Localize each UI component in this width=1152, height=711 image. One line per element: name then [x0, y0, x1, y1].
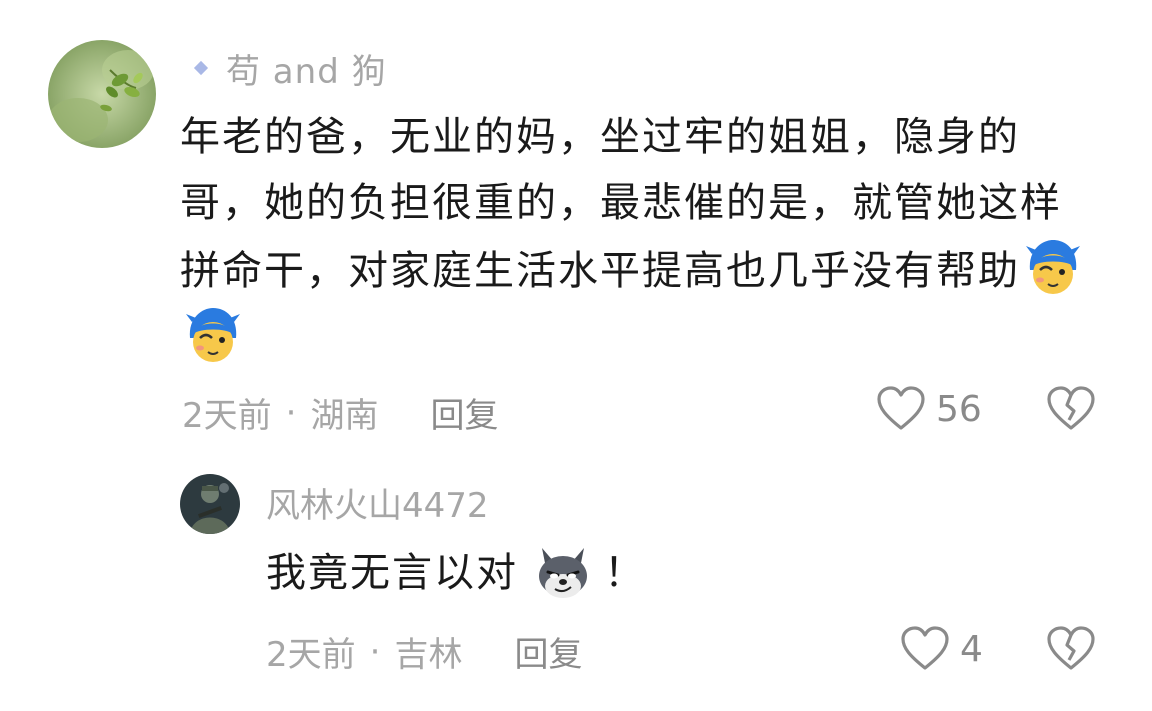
username-row[interactable]: 苟 and 狗 [193, 44, 387, 93]
separator: · [285, 392, 297, 433]
broken-heart-icon [1047, 626, 1095, 670]
reply-time: 2天前 [266, 635, 356, 675]
separator: · [369, 631, 381, 672]
dislike-button[interactable] [1046, 386, 1096, 432]
comment-text: 年老的爸，无业的妈，坐过牢的姐姐，隐身的哥，她的负担很重的，最悲催的是，就管她这… [180, 114, 1062, 294]
reply-button[interactable]: 回复 [430, 388, 498, 437]
shy-face-emoji [182, 304, 244, 366]
reply-text: 我竟无言以对 [266, 550, 518, 596]
reply-username[interactable]: 风林火山4472 [266, 478, 489, 527]
heart-icon [877, 386, 925, 430]
comment-time: 2天前 [182, 396, 272, 436]
comment-meta: 2天前 · 湖南 回复 [182, 388, 498, 437]
like-button[interactable]: 56 [876, 386, 982, 432]
broken-heart-icon [1047, 386, 1095, 430]
comment-thread: 苟 and 狗 年老的爸，无业的妈，坐过牢的姐姐，隐身的哥，她的负担很重的，最悲… [0, 0, 1152, 711]
reply-suffix: ！ [604, 550, 646, 596]
heart-icon [901, 626, 949, 670]
smirking-dog-emoji [532, 542, 594, 604]
reply-like-button[interactable]: 4 [900, 626, 983, 672]
reply-reply-button[interactable]: 回复 [514, 627, 582, 676]
like-count: 56 [936, 388, 982, 430]
username[interactable]: 苟 and 狗 [226, 44, 387, 93]
reply-meta: 2天前 · 吉林 回复 [266, 627, 582, 676]
reply-avatar[interactable] [180, 474, 240, 534]
reply-body: 我竟无言以对 ！ [266, 540, 646, 606]
reply-dislike-button[interactable] [1046, 626, 1096, 672]
badge-diamond-icon [193, 60, 209, 76]
comment-location: 湖南 [310, 396, 379, 436]
avatar[interactable] [48, 40, 156, 148]
reply-location: 吉林 [394, 635, 463, 675]
shy-face-emoji [1022, 236, 1084, 298]
reply-like-count: 4 [960, 628, 983, 670]
comment-body: 年老的爸，无业的妈，坐过牢的姐姐，隐身的哥，她的负担很重的，最悲催的是，就管她这… [180, 104, 1090, 372]
